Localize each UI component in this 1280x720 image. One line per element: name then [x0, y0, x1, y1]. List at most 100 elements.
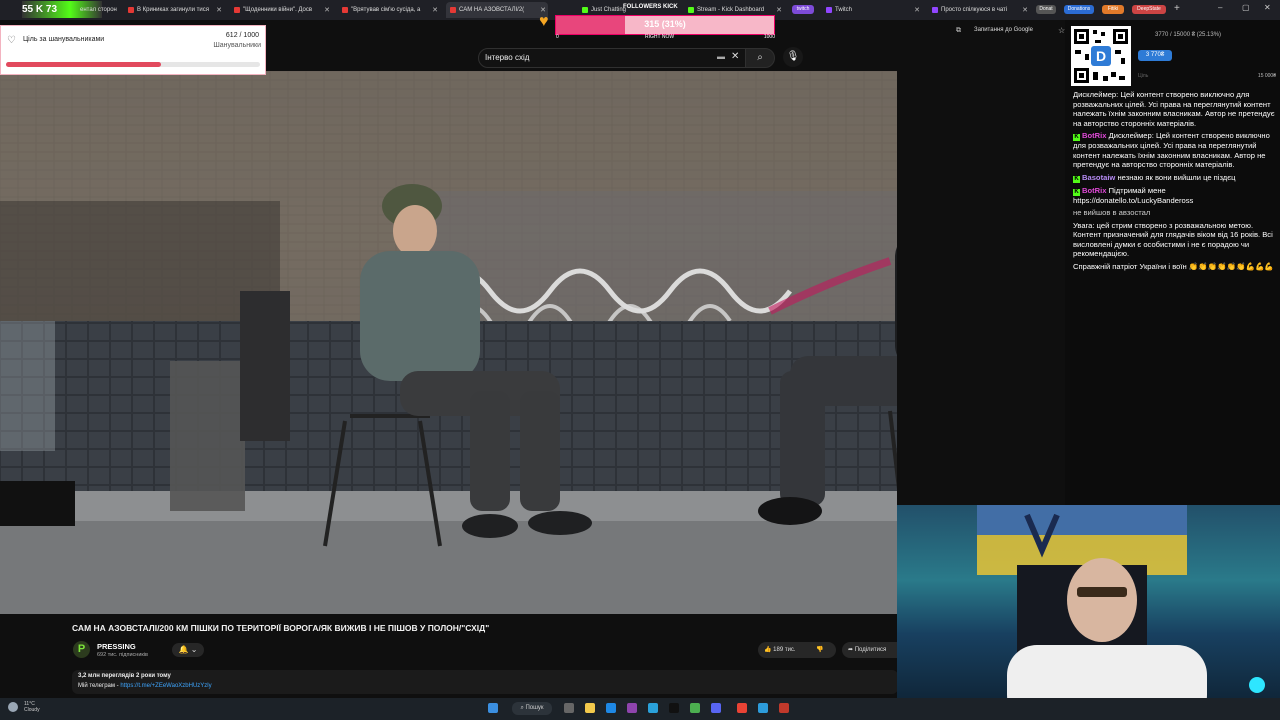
- microphone-icon: 🎙: [786, 51, 800, 62]
- kick-icon: K: [1073, 188, 1080, 196]
- share-button[interactable]: ➦ Поділитися: [842, 642, 902, 658]
- browser-tab[interactable]: Twitch ✕: [822, 2, 922, 18]
- view-count: 3,2 млн переглядів 2 роки тому: [78, 673, 171, 679]
- followers-center-label: RIGHT NOW: [645, 34, 675, 40]
- discord-icon[interactable]: [711, 703, 721, 713]
- app-icon[interactable]: [690, 703, 700, 713]
- kick-icon: K: [1073, 175, 1080, 183]
- close-icon[interactable]: ✕: [432, 6, 438, 14]
- new-tab-icon[interactable]: +: [1174, 3, 1180, 14]
- bell-icon: 🔔: [178, 645, 189, 654]
- translate-icon[interactable]: ⧉: [956, 27, 961, 35]
- close-icon[interactable]: ✕: [324, 6, 330, 14]
- google-question-link[interactable]: Запитання до Google: [974, 27, 1033, 33]
- channel-avatar[interactable]: P: [73, 641, 90, 658]
- browser-tab[interactable]: "Врятував сім'ю сусіда, а ✕: [338, 2, 440, 18]
- like-count: 189 тис.: [773, 647, 796, 653]
- weather-widget[interactable]: 11°C Cloudy: [24, 701, 40, 713]
- stream-chat-overlay: D 3770 / 15000 ₴ (25.13%) 3 770₴ Ціль 15…: [1065, 20, 1280, 510]
- chat-messages: Дисклеймер: Цей контент створено виключн…: [1073, 90, 1276, 274]
- task-view-icon[interactable]: [564, 703, 574, 713]
- chat-message: K Basotaiw незнаю як вони вийшли це піздє…: [1073, 172, 1236, 183]
- minimize-icon[interactable]: –: [1218, 3, 1222, 12]
- channel-name[interactable]: PRESSING: [97, 642, 136, 651]
- kick-icon: K: [1073, 134, 1080, 141]
- like-button[interactable]: 👍 189 тис. 👎: [758, 642, 836, 658]
- chat-message: Увага: цей стрим створено з розважальною…: [1073, 220, 1273, 259]
- video-title: САМ НА АЗОВСТАЛІ/200 КМ ПІШКИ ПО ТЕРИТОР…: [72, 623, 490, 633]
- followers-max: 1000: [763, 34, 775, 40]
- video-description[interactable]: 3,2 млн переглядів 2 роки тому Мій телег…: [72, 670, 898, 694]
- video-frame: [0, 71, 897, 614]
- browser-tab[interactable]: В Криниках загинули тися ✕: [124, 2, 224, 18]
- bookmark-pill[interactable]: Donations: [1064, 5, 1094, 14]
- donation-goal-max: 15 000₴: [1257, 73, 1276, 79]
- app-icon[interactable]: [758, 703, 768, 713]
- chat-message: Дисклеймер: Цей контент створено виключн…: [1073, 90, 1275, 128]
- bookmark-pill[interactable]: Donat: [1036, 5, 1056, 14]
- file-explorer-icon[interactable]: [585, 703, 595, 713]
- donation-amount: 3 770₴: [1138, 50, 1172, 61]
- youtube-icon: [450, 7, 456, 13]
- telegram-link[interactable]: https://t.me/+ZEeWaoXzbHUzYzly: [120, 683, 211, 689]
- keyboard-icon[interactable]: ▬: [717, 52, 725, 61]
- twitch-icon: [826, 7, 832, 13]
- chevron-down-icon: ⌄: [188, 645, 198, 654]
- browser-tab[interactable]: Просто спілкуюся в чаті ✕: [928, 2, 1030, 18]
- taskbar-search[interactable]: ⌕ Пошук: [512, 702, 552, 715]
- chrome-icon[interactable]: [737, 703, 747, 713]
- browser-tab[interactable]: "Щоденники війни". Досв ✕: [230, 2, 332, 18]
- followers-kick-widget: ♥ FOLLOWERS KICK 315 (31%) 0 RIGHT NOW 1…: [539, 3, 775, 41]
- channel-subscribers: 692 тис. підписників: [97, 652, 148, 658]
- fans-goal-widget: ♡ Ціль за шанувальниками 612 / 1000 Шану…: [0, 25, 266, 75]
- close-icon[interactable]: ✕: [1022, 6, 1028, 14]
- close-icon[interactable]: ✕: [914, 6, 920, 14]
- windows-start-icon[interactable]: [488, 703, 498, 713]
- qr-code-icon: D: [1071, 26, 1131, 86]
- streamer-webcam: [897, 505, 1280, 720]
- twitch-icon: [932, 7, 938, 13]
- description-line: Мій телеграм - https://t.me/+ZEeWaoXzbHU…: [78, 683, 212, 689]
- video-player[interactable]: [0, 71, 897, 614]
- app-icon[interactable]: [627, 703, 637, 713]
- windows-taskbar: 11°C Cloudy ⌕ Пошук: [0, 698, 1280, 720]
- chat-message: K BotRix Дисклеймер: Цей контент створено…: [1073, 131, 1270, 169]
- chat-message: не вийшов в авзостал: [1073, 208, 1151, 217]
- goal-progress-bar: [6, 62, 260, 67]
- bookmark-pill[interactable]: Fitiki: [1102, 5, 1124, 14]
- clear-icon[interactable]: ✕: [731, 51, 739, 62]
- donation-goal-caption: Ціль: [1138, 73, 1149, 79]
- voice-search-button[interactable]: 🎙: [783, 47, 803, 67]
- subscription-bell-button[interactable]: 🔔 ⌄: [172, 643, 204, 657]
- search-button[interactable]: ⌕: [745, 48, 775, 68]
- browser-tab[interactable]: ентал сторон: [80, 2, 120, 18]
- goal-title: Ціль за шанувальниками: [23, 36, 105, 43]
- thumbs-down-icon[interactable]: 👎: [816, 642, 823, 658]
- followers-progress-bar: 315 (31%): [555, 15, 775, 35]
- share-label: Поділитися: [854, 647, 887, 653]
- close-icon[interactable]: ✕: [216, 6, 222, 14]
- youtube-search-input[interactable]: Інтерво схід ▬ ✕: [478, 48, 746, 68]
- heart-icon: ♡: [7, 35, 16, 46]
- app-icon[interactable]: [779, 703, 789, 713]
- bookmark-pill[interactable]: twitch: [792, 5, 814, 14]
- browser-tab-active[interactable]: САМ НА АЗОВСТАЛІ/2(✕: [446, 2, 548, 18]
- heart-icon: ♥: [539, 13, 549, 30]
- maximize-icon[interactable]: ▢: [1242, 3, 1250, 12]
- search-query: Інтерво схід: [485, 53, 530, 62]
- goal-progress-fill: [6, 62, 162, 67]
- telegram-icon[interactable]: [648, 703, 658, 713]
- weather-cloud-icon: [8, 702, 18, 712]
- svg-text:D: D: [1096, 48, 1106, 64]
- obs-icon[interactable]: [669, 703, 679, 713]
- edge-icon[interactable]: [606, 703, 616, 713]
- window-close-icon[interactable]: ✕: [1264, 3, 1271, 12]
- followers-min: 0: [556, 34, 559, 40]
- share-icon: ➦: [848, 647, 854, 653]
- youtube-icon: [128, 7, 134, 13]
- chat-message: K BotRix Підтримай мене https://donatello…: [1073, 185, 1194, 205]
- bookmark-pill[interactable]: DeepState: [1132, 5, 1166, 14]
- close-icon[interactable]: ✕: [776, 6, 782, 14]
- chat-message: Справжній патріот України і воїн 👏👏👏👏👏👏💪…: [1073, 261, 1274, 271]
- search-icon: ⌕: [757, 52, 763, 63]
